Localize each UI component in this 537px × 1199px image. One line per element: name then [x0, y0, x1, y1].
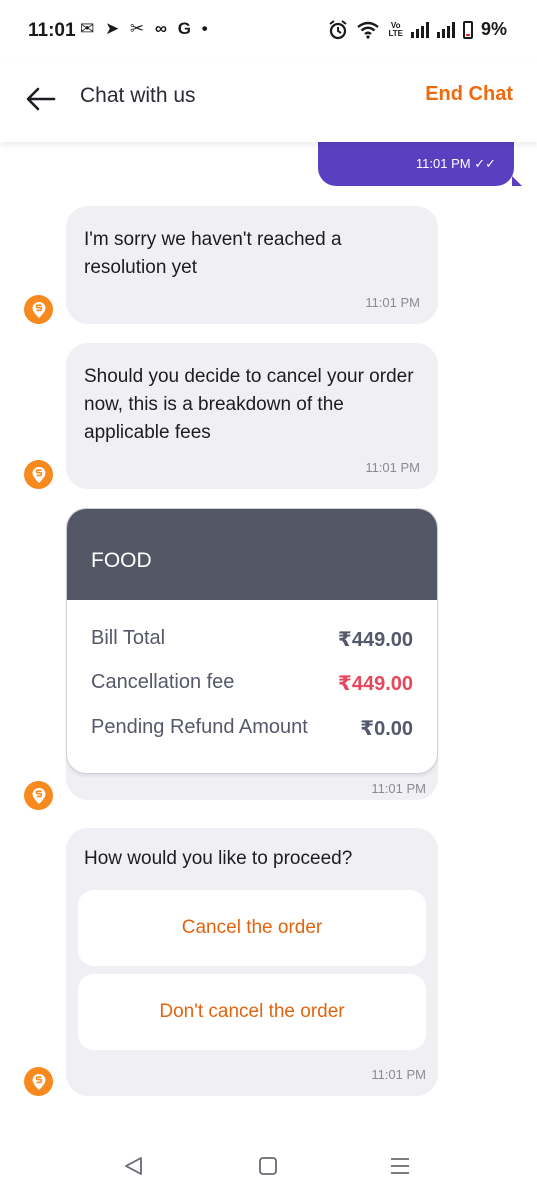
- fee-row-pending-refund: Pending Refund Amount ₹0.00: [91, 716, 413, 746]
- options-message-time: 11:01 PM: [371, 1067, 426, 1082]
- fee-label: Bill Total: [91, 627, 166, 649]
- battery-icon: [462, 20, 473, 39]
- agent-avatar: [24, 1067, 53, 1096]
- status-bar: 11:01 ✉ ➤ ✂ ∞ G • Vo LTE 9%: [0, 0, 537, 62]
- options-message: How would you like to proceed? Cancel th…: [66, 828, 438, 1096]
- swiggy-logo-icon: [32, 466, 45, 483]
- fee-message-time: 11:01 PM: [371, 781, 426, 796]
- dont-cancel-order-button[interactable]: Don't cancel the order: [78, 974, 426, 1050]
- fee-label: Cancellation fee: [91, 671, 235, 693]
- fee-value: ₹449.00: [337, 629, 413, 651]
- end-chat-button[interactable]: End Chat: [425, 83, 513, 106]
- fee-row-cancellation-fee: Cancellation fee ₹449.00: [91, 671, 413, 701]
- page-title: Chat with us: [80, 84, 196, 107]
- fee-row-bill-total: Bill Total ₹449.00: [91, 627, 413, 657]
- system-nav-bar: [0, 1132, 537, 1199]
- user-message-time: 11:01 PM ✓✓: [415, 156, 496, 171]
- fee-breakdown-message: FOOD Bill Total ₹449.00 Cancellation fee…: [66, 508, 438, 800]
- fee-label: Pending Refund Amount: [91, 716, 308, 738]
- agent-message-text: I'm sorry we haven't reached a resolutio…: [84, 229, 342, 278]
- agent-message-time: 11:01 PM: [365, 295, 420, 310]
- wifi-icon: [357, 21, 380, 39]
- agent-message-text: Should you decide to cancel your order n…: [84, 366, 414, 443]
- volte-bottom: LTE: [388, 28, 403, 38]
- fee-value: ₹449.00: [337, 673, 413, 695]
- volte-indicator: Vo LTE: [388, 21, 403, 38]
- battery-percent: 9%: [480, 19, 507, 39]
- agent-message-time: 11:01 PM: [365, 460, 420, 475]
- nav-menu-button[interactable]: [388, 1154, 412, 1178]
- back-button[interactable]: [24, 82, 58, 116]
- nav-menu-icon: [391, 1158, 409, 1174]
- agent-avatar: [24, 460, 53, 489]
- nav-back-button[interactable]: [122, 1154, 146, 1178]
- options-question: How would you like to proceed?: [84, 848, 353, 869]
- nav-home-icon: [259, 1157, 277, 1175]
- alarm-icon: [329, 19, 348, 39]
- agent-avatar: [24, 781, 53, 810]
- bubble-tail: [512, 176, 522, 186]
- agent-message-bubble: Should you decide to cancel your order n…: [66, 343, 438, 489]
- swiggy-logo-icon: [32, 787, 45, 804]
- cancel-order-button[interactable]: Cancel the order: [78, 890, 426, 966]
- signal-icon-2: [436, 21, 455, 38]
- user-message-bubble: 11:01 PM ✓✓: [318, 142, 522, 186]
- status-right: Vo LTE 9%: [328, 19, 507, 40]
- chat-area[interactable]: 11:01 PM ✓✓ I'm sorry we haven't reached…: [0, 142, 537, 1132]
- back-arrow-icon: [26, 87, 56, 111]
- fee-value: ₹0.00: [360, 718, 413, 740]
- swiggy-logo-icon: [32, 1073, 45, 1090]
- agent-avatar: [24, 295, 53, 324]
- agent-message-bubble: I'm sorry we haven't reached a resolutio…: [66, 206, 438, 324]
- fee-card-title: FOOD: [67, 509, 437, 600]
- signal-icon-1: [410, 21, 429, 38]
- nav-back-icon: [125, 1157, 142, 1175]
- chat-header: Chat with us End Chat: [0, 62, 537, 142]
- status-time: 11:01: [28, 20, 76, 41]
- swiggy-logo-icon: [32, 301, 45, 318]
- nav-home-button[interactable]: [256, 1154, 280, 1178]
- notification-icons: ✉ ➤ ✂ ∞ G •: [80, 19, 211, 38]
- fee-breakdown-card: FOOD Bill Total ₹449.00 Cancellation fee…: [66, 508, 438, 774]
